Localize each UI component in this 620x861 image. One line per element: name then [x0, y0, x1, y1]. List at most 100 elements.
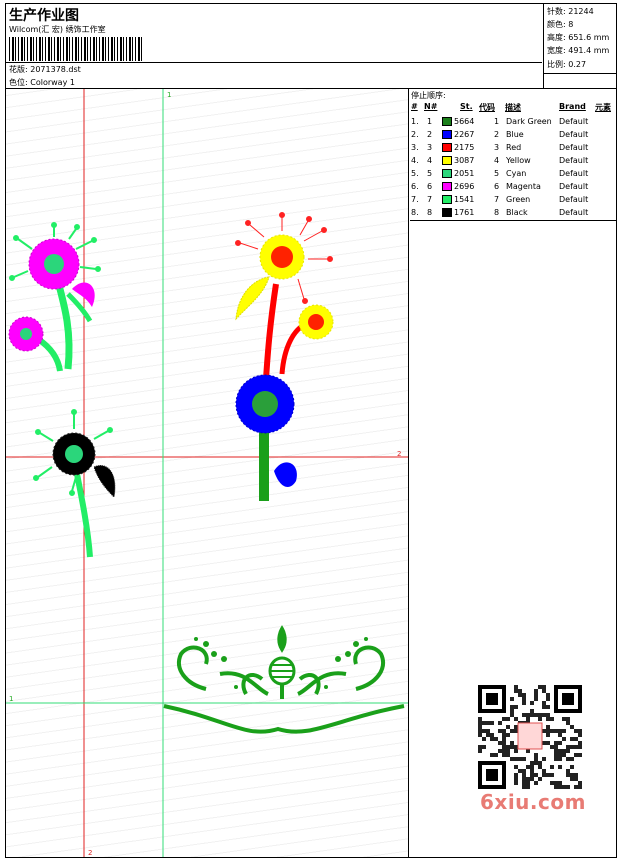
row-index: 5.	[411, 169, 419, 178]
row-index: 2.	[411, 130, 419, 139]
sequence-row: 4. 4 3087 4 Yellow Default	[410, 155, 616, 168]
col-element: 元素	[595, 103, 611, 112]
stat-width: 宽度: 491.4 mm	[547, 46, 610, 55]
row-number: 4	[427, 156, 433, 165]
row-index: 1.	[411, 117, 419, 126]
sequence-row: 3. 3 2175 3 Red Default	[410, 142, 616, 155]
stat-colors: 颜色: 8	[547, 20, 574, 29]
row-stitches: 1541	[454, 195, 475, 204]
row-index: 7.	[411, 195, 419, 204]
row-index: 8.	[411, 208, 419, 217]
row-brand: Default	[559, 195, 589, 204]
green-ornament	[163, 625, 405, 734]
guide-label-green-top: 1	[167, 91, 171, 99]
guide-label-red-bottom: 2	[88, 849, 92, 857]
row-description: Blue	[506, 130, 524, 139]
row-brand: Default	[559, 182, 589, 191]
color-swatch	[442, 182, 452, 191]
col-description: 描述	[505, 103, 521, 112]
color-swatch	[442, 169, 452, 178]
row-brand: Default	[559, 208, 589, 217]
row-number: 7	[427, 195, 433, 204]
sequence-row: 1. 1 5664 1 Dark Green Default	[410, 116, 616, 129]
row-description: Yellow	[506, 156, 531, 165]
row-code: 3	[494, 143, 500, 152]
row-description: Magenta	[506, 182, 541, 191]
stat-scale: 比例: 0.27	[547, 60, 587, 69]
color-swatch	[442, 208, 452, 217]
row-description: Dark Green	[506, 117, 552, 126]
row-stitches: 2175	[454, 143, 475, 152]
production-sheet: 生产作业图 Wilcom(汇 宏) 绣饰工作室 花版: 2071378.dst …	[5, 3, 617, 858]
color-swatch	[442, 117, 452, 126]
row-brand: Default	[559, 143, 589, 152]
guide-label-red-right: 2	[397, 450, 401, 458]
stat-height: 高度: 651.6 mm	[547, 33, 610, 42]
row-stitches: 2696	[454, 182, 475, 191]
watermark: 6xiu.com	[480, 790, 586, 814]
row-index: 3.	[411, 143, 419, 152]
row-index: 6.	[411, 182, 419, 191]
row-stitches: 5664	[454, 117, 475, 126]
color-swatch	[442, 143, 452, 152]
row-code: 1	[494, 117, 500, 126]
col-stitches: St.	[460, 102, 473, 111]
guide-label-green-left: 1	[9, 695, 13, 703]
sequence-row: 5. 5 2051 5 Cyan Default	[410, 168, 616, 181]
col-brand: Brand	[559, 102, 586, 111]
row-brand: Default	[559, 117, 589, 126]
row-code: 4	[494, 156, 500, 165]
row-brand: Default	[559, 169, 589, 178]
sequence-row: 6. 6 2696 6 Magenta Default	[410, 181, 616, 194]
pattern-file: 花版: 2071378.dst	[9, 65, 81, 74]
row-number: 6	[427, 182, 433, 191]
stat-stitches: 针数: 21244	[547, 7, 594, 16]
magenta-flower-cluster	[8, 222, 101, 372]
black-flower	[33, 409, 116, 558]
company-name: Wilcom(汇 宏) 绣饰工作室	[9, 25, 106, 34]
row-number: 2	[427, 130, 433, 139]
row-stitches: 2051	[454, 169, 475, 178]
row-stitches: 3087	[454, 156, 475, 165]
col-code: 代码	[479, 103, 495, 112]
qr-code-graphic	[478, 685, 582, 789]
sequence-row: 8. 8 1761 8 Black Default	[410, 207, 616, 220]
qr-center-stamp	[517, 722, 543, 750]
row-description: Cyan	[506, 169, 527, 178]
central-flower-group	[235, 212, 334, 501]
barcode	[9, 37, 144, 61]
row-number: 1	[427, 117, 433, 126]
sequence-title: 停止顺序:	[411, 91, 446, 100]
row-code: 2	[494, 130, 500, 139]
row-stitches: 2267	[454, 130, 475, 139]
row-code: 7	[494, 195, 500, 204]
header-divider	[6, 62, 542, 63]
embroidery-artwork: 1 2 2 1	[6, 89, 408, 857]
color-swatch	[442, 130, 452, 139]
row-number: 8	[427, 208, 433, 217]
row-number: 3	[427, 143, 433, 152]
stop-sequence-table: 停止顺序: # N# St. 代码 描述 Brand 元素 1. 1 5664 1 Da…	[410, 89, 616, 221]
sequence-row: 7. 7 1541 7 Green Default	[410, 194, 616, 207]
row-code: 8	[494, 208, 500, 217]
qr-code	[474, 681, 586, 793]
col-index: #	[411, 102, 418, 111]
stats-panel: 针数: 21244 颜色: 8 高度: 651.6 mm 宽度: 491.4 m…	[543, 4, 617, 89]
color-swatch	[442, 156, 452, 165]
row-description: Green	[506, 195, 531, 204]
stats-divider	[544, 73, 617, 74]
sequence-row: 2. 2 2267 2 Blue Default	[410, 129, 616, 142]
header-info: 生产作业图 Wilcom(汇 宏) 绣饰工作室 花版: 2071378.dst …	[6, 4, 542, 89]
color-swatch	[442, 195, 452, 204]
design-preview: 1 2 2 1	[6, 89, 409, 857]
row-brand: Default	[559, 130, 589, 139]
sheet-title: 生产作业图	[9, 8, 79, 24]
row-description: Red	[506, 143, 522, 152]
row-description: Black	[506, 208, 528, 217]
row-number: 5	[427, 169, 433, 178]
row-index: 4.	[411, 156, 419, 165]
row-stitches: 1761	[454, 208, 475, 217]
row-code: 6	[494, 182, 500, 191]
sheet-header: 生产作业图 Wilcom(汇 宏) 绣饰工作室 花版: 2071378.dst …	[6, 4, 617, 89]
row-brand: Default	[559, 156, 589, 165]
